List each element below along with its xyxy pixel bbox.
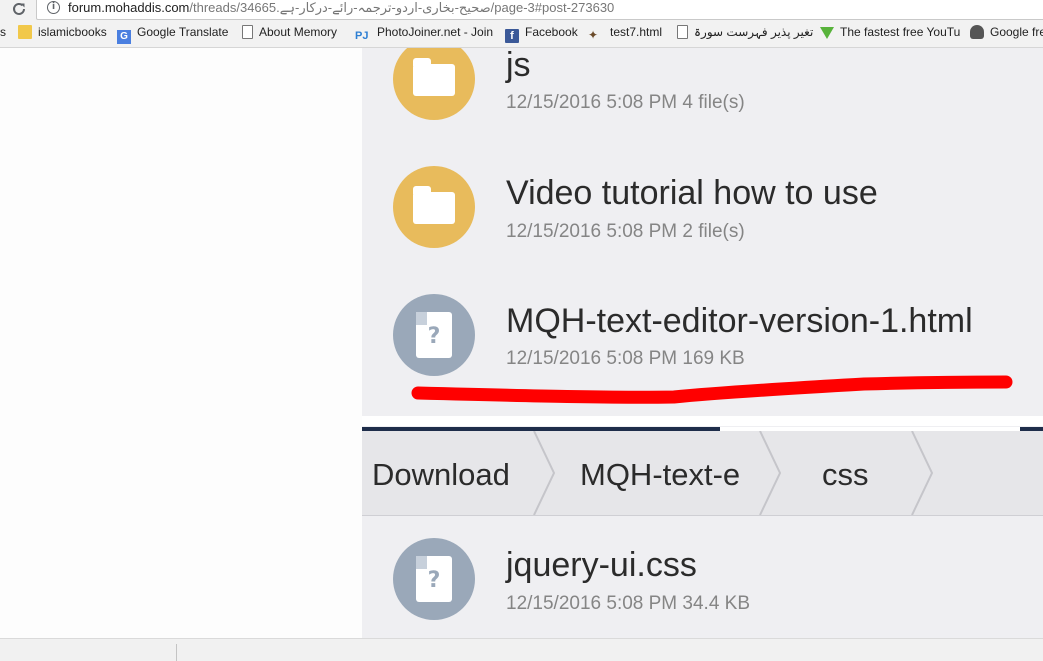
- photojoiner-icon: PJ: [355, 30, 369, 42]
- list-item-folder-video[interactable]: Video tutorial how to use 12/15/2016 5:0…: [362, 158, 1043, 278]
- bookmark-photojoiner[interactable]: PJ PhotoJoiner.net - Join: [355, 25, 493, 42]
- chevron-right-icon: [533, 431, 556, 515]
- item-name: js: [506, 48, 531, 84]
- bookmark-label: The fastest free YouTu: [840, 25, 961, 39]
- bookmark-google-translate[interactable]: G Google Translate: [117, 25, 229, 44]
- folder-icon: [393, 48, 475, 120]
- bookmark-test7[interactable]: ✦ test7.html: [588, 25, 662, 42]
- unknown-file-icon: ?: [393, 538, 475, 620]
- facebook-icon: f: [505, 29, 519, 43]
- breadcrumb-item-mqh[interactable]: MQH-text-e: [580, 457, 740, 493]
- bookmark-label: Google Translate: [137, 25, 229, 39]
- list-item-folder-js[interactable]: js 12/15/2016 5:08 PM 4 file(s): [362, 48, 1043, 144]
- download-arrow-icon: [820, 27, 834, 39]
- item-name: Video tutorial how to use: [506, 174, 878, 212]
- bookmark-facebook[interactable]: f Facebook: [505, 25, 578, 43]
- item-meta: 12/15/2016 5:08 PM 4 file(s): [506, 92, 745, 113]
- bookmarks-bar: s islamicbooks G Google Translate About M…: [0, 20, 1043, 48]
- page-icon: [242, 25, 253, 39]
- bookmark-about-memory[interactable]: About Memory: [242, 25, 337, 42]
- bookmark-label: islamicbooks: [38, 25, 107, 39]
- page-blank-area: [0, 48, 362, 638]
- bookmark-surah-list[interactable]: تغیر پذیر فہرست سورۃ: [677, 25, 813, 42]
- list-item-file-jquery-css[interactable]: ? jquery-ui.css 12/15/2016 5:08 PM 34.4 …: [362, 530, 1043, 638]
- chevron-right-icon: [911, 431, 934, 515]
- reload-icon[interactable]: [10, 0, 28, 18]
- item-meta: 12/15/2016 5:08 PM 2 file(s): [506, 221, 745, 242]
- file-manager: js 12/15/2016 5:08 PM 4 file(s) Video tu…: [362, 48, 1043, 638]
- bookmark-label: About Memory: [259, 25, 338, 39]
- bookmark-label: Facebook: [525, 25, 578, 39]
- bookmark-youtube-downloader[interactable]: The fastest free YouTu: [820, 25, 960, 42]
- bookmark-label: Google fre: [990, 25, 1043, 39]
- bookmark-label: test7.html: [610, 25, 663, 39]
- bookmark-google-free[interactable]: Google fre: [970, 25, 1043, 42]
- breadcrumb-item-download[interactable]: Download: [372, 457, 510, 493]
- url-host: forum.mohaddis.com: [68, 0, 190, 15]
- bookmark-label: s: [0, 25, 6, 39]
- chevron-right-icon: [759, 431, 782, 515]
- bookmark-islamicbooks[interactable]: islamicbooks: [18, 25, 107, 42]
- divider: [176, 644, 177, 661]
- folder-icon: [18, 25, 32, 39]
- url-field[interactable]: i forum.mohaddis.com/threads/34665.صحیح-…: [36, 0, 1043, 20]
- moose-icon: ✦: [588, 28, 599, 42]
- item-meta: 12/15/2016 5:08 PM 34.4 KB: [506, 593, 751, 614]
- info-icon[interactable]: i: [47, 1, 60, 14]
- red-underline-annotation: [411, 375, 1013, 404]
- item-meta: 12/15/2016 5:08 PM 169 KB: [506, 348, 745, 369]
- tab-strip: [362, 416, 1043, 426]
- address-bar: i forum.mohaddis.com/threads/34665.صحیح-…: [0, 0, 1043, 20]
- google-translate-icon: G: [117, 30, 131, 44]
- breadcrumb-item-css[interactable]: css: [822, 457, 869, 493]
- breadcrumb: Download MQH-text-e css: [362, 431, 1043, 516]
- bottom-status-bar: [0, 638, 1043, 661]
- url-text[interactable]: forum.mohaddis.com/threads/34665.صحیح-بخ…: [68, 0, 614, 16]
- folder-icon: [393, 166, 475, 248]
- bookmark-label: PhotoJoiner.net - Join: [377, 25, 494, 39]
- profile-icon: [970, 25, 984, 39]
- item-name: MQH-text-editor-version-1.html: [506, 302, 973, 340]
- item-name: jquery-ui.css: [506, 546, 697, 584]
- page-icon: [677, 25, 688, 39]
- bookmark-s[interactable]: s: [0, 25, 6, 42]
- bookmark-label: تغیر پذیر فہرست سورۃ: [694, 25, 814, 39]
- url-path: /threads/34665.صحیح-بخاری-اردو-ترجمہ-رائ…: [189, 0, 615, 15]
- unknown-file-icon: ?: [393, 294, 475, 376]
